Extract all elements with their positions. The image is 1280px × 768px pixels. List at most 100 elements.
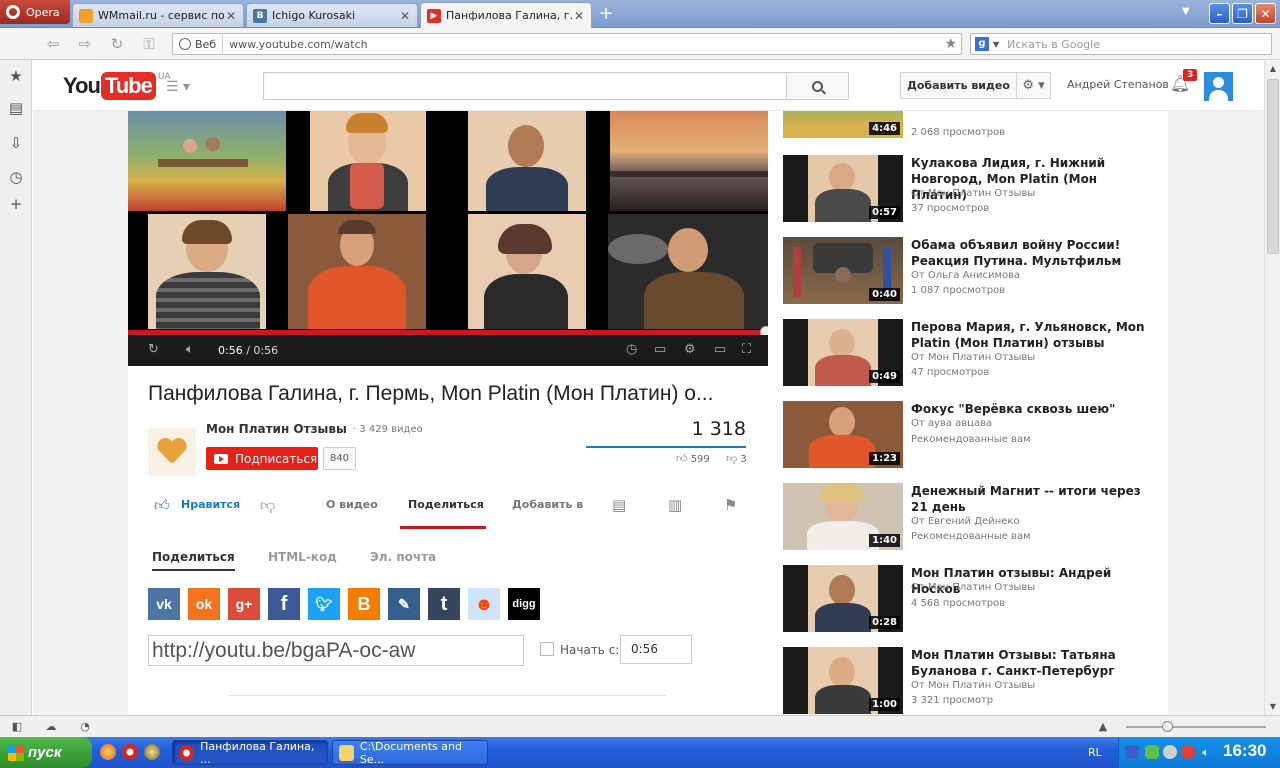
video-thumbnail[interactable]: 0:57: [783, 155, 903, 222]
reload-icon[interactable]: ↻: [106, 34, 128, 54]
youtube-search-button[interactable]: [786, 72, 849, 100]
blogger-icon[interactable]: B: [348, 588, 380, 620]
related-video-item[interactable]: 0:40 Обама объявил войну России! Реакция…: [783, 237, 1153, 307]
turbo-gauge-icon[interactable]: ◔: [78, 720, 92, 734]
settings-gear-icon[interactable]: ⚙ ▾: [1017, 72, 1051, 99]
volume-icon[interactable]: 🔈︎: [186, 343, 194, 357]
statistics-icon[interactable]: ▥: [668, 496, 682, 514]
share-url-field[interactable]: http://youtu.be/bgaPA-oc-aw: [148, 635, 524, 666]
taskbar-item-opera[interactable]: Панфилова Галина, ...: [172, 740, 328, 766]
avatar[interactable]: [1204, 72, 1233, 101]
tab-about[interactable]: О видео: [326, 498, 378, 511]
video-title[interactable]: Мон Платин Отзывы: Татьяна Буланова г. С…: [911, 647, 1156, 679]
youtube-logo[interactable]: You Tube UA: [63, 72, 171, 100]
close-tab-icon[interactable]: ✕: [399, 9, 411, 23]
video-thumbnail[interactable]: 1:00: [783, 647, 903, 714]
downloads-icon[interactable]: ⇩: [8, 135, 24, 151]
browser-tab-youtube[interactable]: ▶ Панфилова Галина, г. ... ✕: [420, 2, 592, 28]
browser-tab-ichigo[interactable]: В Ichigo Kurosaki ✕: [246, 3, 418, 27]
watch-later-icon[interactable]: ◷: [626, 343, 637, 357]
video-author[interactable]: От Мон Платин Отзывы: [911, 188, 1035, 199]
update-icon[interactable]: [1163, 745, 1177, 759]
video-author[interactable]: От Ольга Анисимова: [911, 270, 1020, 281]
twitter-icon[interactable]: 🐦︎: [308, 588, 340, 620]
livejournal-icon[interactable]: ✎: [388, 588, 420, 620]
tab-list-chevron-icon[interactable]: ▼: [1182, 6, 1190, 17]
language-indicator[interactable]: RL: [1088, 746, 1102, 759]
video-thumbnail[interactable]: 0:49: [783, 319, 903, 386]
facebook-icon[interactable]: f: [268, 588, 300, 620]
share-subtab-embed[interactable]: HTML-код: [268, 550, 337, 564]
key-icon[interactable]: ⚿: [138, 34, 160, 54]
antivirus-icon[interactable]: [1181, 745, 1195, 759]
replay-icon[interactable]: ↻: [148, 343, 159, 357]
youtube-search-input[interactable]: [263, 72, 849, 100]
transcript-icon[interactable]: ▤: [612, 496, 626, 514]
related-video-item[interactable]: 0:28 Мон Платин отзывы: Андрей Носков От…: [783, 565, 1153, 635]
author-name[interactable]: аува авцава: [928, 418, 992, 429]
video-title[interactable]: Денежный Магнит -- итоги через 21 день: [911, 483, 1156, 515]
cloud-icon[interactable]: ☁: [44, 720, 58, 734]
start-at-time-field[interactable]: 0:56: [620, 635, 692, 664]
video-thumbnail[interactable]: 1:23: [783, 401, 903, 468]
add-panel-icon[interactable]: +: [8, 196, 24, 212]
zoom-slider-track[interactable]: [1126, 726, 1266, 728]
scrollbar-thumb[interactable]: [1267, 79, 1279, 254]
notes-icon[interactable]: ▤: [8, 100, 24, 116]
start-button[interactable]: пуск: [0, 737, 92, 768]
tumblr-icon[interactable]: t: [428, 588, 460, 620]
scroll-down-icon[interactable]: ▼: [1265, 699, 1280, 715]
author-name[interactable]: Мон Платин Отзывы: [928, 582, 1035, 593]
share-subtab-email[interactable]: Эл. почта: [370, 550, 436, 564]
related-video-item[interactable]: 1:23 Фокус "Верёвка сквозь шею" От аува …: [783, 401, 1153, 471]
page-scrollbar[interactable]: ▲ ▼: [1264, 61, 1280, 715]
settings-gear-icon[interactable]: ⚙: [684, 343, 696, 357]
browser-tab-wmmail[interactable]: WMmail.ru - сервис поч... ✕: [72, 3, 244, 27]
author-name[interactable]: Мон Платин Отзывы: [928, 188, 1035, 199]
author-name[interactable]: Мон Платин Отзывы: [928, 352, 1035, 363]
close-tab-icon[interactable]: ✕: [225, 9, 237, 23]
bookmark-star-icon[interactable]: ★: [944, 36, 961, 52]
close-tab-icon[interactable]: ✕: [573, 9, 585, 23]
video-author[interactable]: От Мон Платин Отзывы: [911, 582, 1035, 593]
dislike-thumb-icon[interactable]: 👎︎: [260, 496, 275, 515]
related-video-item[interactable]: 0:57 Кулакова Лидия, г. Нижний Новгород,…: [783, 155, 1153, 225]
author-name[interactable]: Мон Платин Отзывы: [928, 680, 1035, 691]
channel-name[interactable]: Мон Платин Отзывы: [206, 422, 347, 436]
video-player[interactable]: ↻ 🔈︎ 0:56 / 0:56 ◷ ▭ ⚙ ▭ ⛶: [128, 111, 768, 366]
digg-icon[interactable]: digg: [508, 588, 540, 620]
theater-mode-icon[interactable]: ▭: [714, 343, 726, 357]
webmoney-icon[interactable]: [144, 744, 160, 760]
reddit-icon[interactable]: ☻: [468, 588, 500, 620]
minimize-icon[interactable]: –: [1209, 3, 1230, 24]
bookmarks-star-icon[interactable]: ★: [8, 68, 24, 84]
odnoklassniki-icon[interactable]: ok: [188, 588, 220, 620]
report-flag-icon[interactable]: ⚑: [724, 496, 737, 514]
vk-icon[interactable]: vk: [148, 588, 180, 620]
like-button[interactable]: Нравится: [181, 498, 240, 511]
restore-icon[interactable]: ❐: [1232, 3, 1253, 24]
video-thumbnail[interactable]: 0:40: [783, 237, 903, 304]
fullscreen-icon[interactable]: ⛶: [742, 343, 751, 357]
close-window-icon[interactable]: ✕: [1255, 3, 1276, 24]
video-author[interactable]: От Мон Платин Отзывы: [911, 680, 1035, 691]
clock[interactable]: 16:30: [1223, 741, 1266, 761]
like-thumb-icon[interactable]: 👍︎: [154, 496, 170, 515]
author-name[interactable]: Евгений Дейнеко: [928, 516, 1020, 527]
address-field[interactable]: Веб www.youtube.com/watch ★: [172, 33, 962, 55]
guide-menu-icon[interactable]: ☰ ▾: [166, 79, 190, 95]
related-video-item[interactable]: 4:46 2 068 просмотров: [783, 111, 1153, 141]
google-plus-icon[interactable]: g+: [228, 588, 260, 620]
zoom-slider-knob[interactable]: [1162, 721, 1173, 732]
firefox-icon[interactable]: [100, 744, 116, 760]
url-text[interactable]: www.youtube.com/watch: [223, 38, 944, 51]
video-title[interactable]: Перова Мария, г. Ульяновск, Mon Platin (…: [911, 319, 1156, 351]
subscribe-button[interactable]: Подписаться: [206, 447, 318, 470]
volume-icon[interactable]: 🔈︎: [1199, 745, 1213, 759]
video-author[interactable]: От аува авцава: [911, 418, 992, 429]
tab-add-to[interactable]: Добавить в: [512, 498, 583, 511]
username[interactable]: Андрей Степанов: [1067, 78, 1169, 91]
history-clock-icon[interactable]: ◷: [8, 169, 24, 185]
web-badge[interactable]: Веб: [173, 34, 224, 54]
video-thumbnail[interactable]: 1:40: [783, 483, 903, 550]
